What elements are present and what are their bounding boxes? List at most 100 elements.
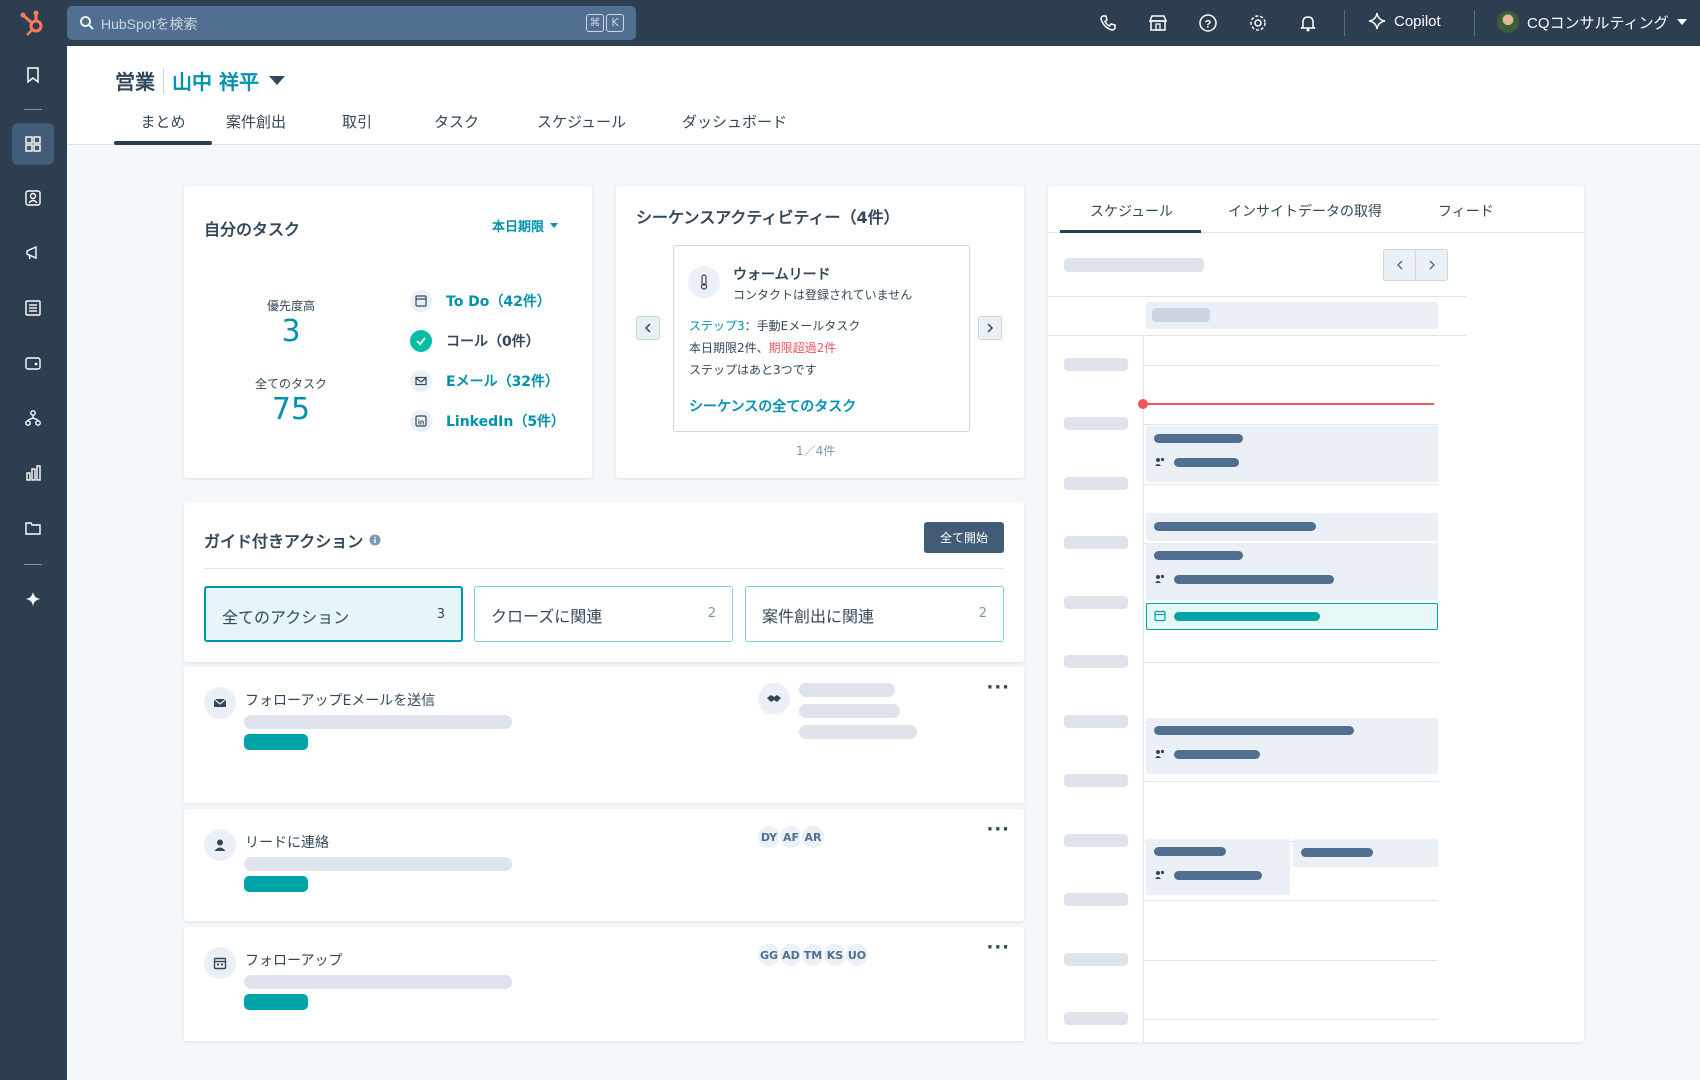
calendar-event[interactable]	[1293, 839, 1438, 867]
tab-schedule-panel[interactable]: スケジュール	[1059, 201, 1202, 233]
hour-label-skeleton	[1064, 774, 1128, 787]
avatar[interactable]: AR	[800, 824, 826, 850]
marketplace-icon[interactable]	[1148, 13, 1168, 33]
skeleton-line	[244, 975, 512, 989]
task-icon	[1154, 610, 1166, 622]
search-placeholder: HubSpotを検索	[101, 16, 198, 32]
hour-label-skeleton	[1064, 834, 1128, 847]
tab-feed[interactable]: フィード	[1438, 201, 1494, 221]
avatar[interactable]: UO	[844, 942, 870, 968]
calendar-task-event[interactable]	[1146, 603, 1438, 630]
chevron-left-icon	[644, 323, 651, 333]
phone-icon[interactable]	[1098, 13, 1118, 33]
email-icon	[204, 687, 236, 719]
user-selector[interactable]: 山中 祥平	[172, 66, 259, 95]
top-bar: HubSpotを検索 ⌘ K ? Copilot CQコンサルティング	[0, 0, 1700, 46]
automation-icon[interactable]	[12, 397, 54, 439]
pager-text: 1／4件	[796, 444, 836, 458]
task-row-email[interactable]: Eメール（32件）	[410, 370, 559, 392]
divider	[1048, 335, 1466, 336]
prev-button[interactable]	[636, 316, 660, 340]
caret-down-icon[interactable]	[268, 76, 285, 85]
start-all-button[interactable]: 全て開始	[924, 522, 1004, 553]
filter-prospecting-related[interactable]: 案件創出に関連 2	[745, 586, 1004, 642]
tab-summary[interactable]: まとめ	[114, 112, 212, 145]
attendees-icon	[1155, 457, 1165, 466]
calendar-event[interactable]	[1146, 718, 1438, 774]
tab-deals[interactable]: 取引	[342, 112, 372, 145]
action-item-follow-up[interactable]: フォローアップ GG AD TM KS UO ···	[184, 927, 1024, 1041]
task-row-call[interactable]: コール（0件）	[410, 330, 540, 352]
avatar	[1497, 11, 1519, 33]
action-item-contact-lead[interactable]: リードに連絡 DY AF AR ···	[184, 809, 1024, 921]
filter-all-actions[interactable]: 全てのアクション 3	[204, 586, 463, 642]
my-tasks-card: 自分のタスク 本日期限 優先度高 3 全てのタスク 75 To Do（42件） …	[184, 186, 592, 478]
hour-label-skeleton	[1064, 893, 1128, 906]
thermometer-icon	[688, 266, 720, 298]
person-icon	[204, 829, 236, 861]
todo-icon	[410, 290, 432, 312]
task-row-linkedin[interactable]: in LinkedIn（5件）	[410, 410, 565, 432]
all-tasks-count[interactable]: 75	[231, 392, 351, 427]
skeleton-tag	[244, 734, 308, 750]
priority-label: 優先度高	[266, 299, 315, 313]
handshake-icon	[758, 683, 790, 715]
schedule-next-button[interactable]	[1415, 249, 1448, 281]
contacts-icon[interactable]	[12, 177, 54, 219]
calendar-event[interactable]	[1146, 543, 1438, 600]
task-row-todo[interactable]: To Do（42件）	[410, 290, 551, 312]
caret-down-icon	[550, 223, 559, 228]
my-tasks-title: 自分のタスク	[204, 220, 301, 239]
hour-label-skeleton	[1064, 715, 1128, 728]
ai-sparkle-icon[interactable]	[12, 578, 54, 620]
action-item-followup-email[interactable]: フォローアップEメールを送信 ···	[184, 667, 1024, 803]
copilot-button[interactable]: Copilot	[1368, 12, 1441, 30]
due-filter-dropdown[interactable]: 本日期限	[492, 216, 559, 235]
marketing-megaphone-icon[interactable]	[12, 232, 54, 274]
folder-icon[interactable]	[12, 507, 54, 549]
left-sidebar	[0, 46, 67, 1080]
next-button[interactable]	[978, 316, 1002, 340]
schedule-prev-button[interactable]	[1383, 249, 1416, 281]
commerce-wallet-icon[interactable]	[12, 342, 54, 384]
tab-insights[interactable]: インサイトデータの取得	[1228, 201, 1382, 221]
notification-bell-icon[interactable]	[1298, 13, 1318, 33]
tab-dashboard[interactable]: ダッシュボード	[682, 112, 787, 145]
schedule-card: スケジュール インサイトデータの取得 フィード	[1048, 186, 1584, 1042]
account-menu[interactable]: CQコンサルティング	[1497, 11, 1687, 33]
tab-schedule[interactable]: スケジュール	[537, 112, 626, 145]
priority-count[interactable]: 3	[231, 314, 351, 349]
calendar-event[interactable]	[1146, 513, 1438, 541]
calendar-event[interactable]	[1146, 839, 1290, 895]
overdue-text: 期限超過2件	[768, 341, 837, 355]
schedule-tabs: スケジュール インサイトデータの取得 フィード	[1048, 186, 1584, 233]
search-input[interactable]: HubSpotを検索 ⌘ K	[67, 6, 636, 40]
reporting-chart-icon[interactable]	[12, 452, 54, 494]
contact-chips: GG AD TM KS UO	[756, 942, 870, 968]
guided-actions-title: ガイド付きアクション	[204, 528, 381, 552]
tab-prospecting[interactable]: 案件創出	[226, 112, 286, 145]
content-icon[interactable]	[12, 287, 54, 329]
workspaces-grid-icon[interactable]	[12, 123, 54, 165]
lead-subtitle: コンタクトは登録されていません	[733, 288, 913, 302]
more-options-icon[interactable]: ···	[986, 937, 1010, 958]
hour-label-skeleton	[1064, 1012, 1128, 1025]
sequence-all-tasks-link[interactable]: シーケンスの全てのタスク	[689, 396, 856, 416]
tab-tasks[interactable]: タスク	[434, 112, 479, 145]
bookmark-icon[interactable]	[12, 54, 54, 96]
search-icon	[80, 16, 94, 30]
hubspot-logo-icon[interactable]	[18, 9, 48, 37]
filter-close-related[interactable]: クローズに関連 2	[474, 586, 733, 642]
page-title: 営業 山中 祥平	[115, 66, 285, 95]
divider	[163, 67, 164, 94]
divider	[1048, 296, 1466, 297]
settings-gear-icon[interactable]	[1248, 13, 1268, 33]
help-icon[interactable]: ?	[1198, 13, 1218, 33]
divider	[1344, 10, 1345, 36]
info-icon[interactable]	[369, 534, 381, 546]
skeleton-line	[799, 725, 917, 739]
date-skeleton	[1064, 258, 1204, 272]
calendar-event[interactable]	[1146, 426, 1438, 482]
more-options-icon[interactable]: ···	[986, 819, 1010, 840]
more-options-icon[interactable]: ···	[986, 677, 1010, 698]
